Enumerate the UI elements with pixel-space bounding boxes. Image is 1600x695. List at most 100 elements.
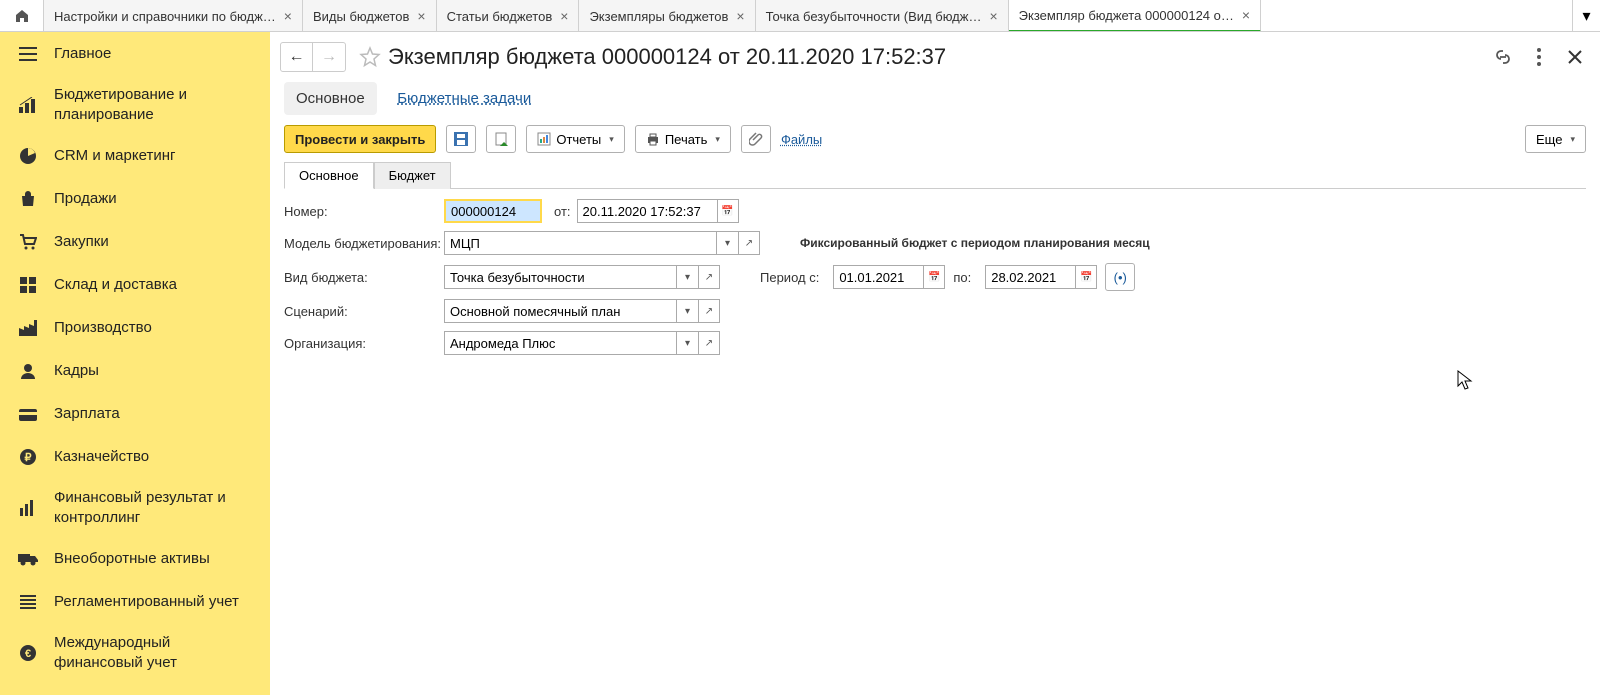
model-hint: Фиксированный бюджет с периодом планиров…	[800, 236, 1150, 250]
window-tab[interactable]: Статьи бюджетов×	[437, 0, 580, 31]
sidebar-label: Продажи	[54, 189, 254, 209]
dropdown-icon[interactable]: ▾	[676, 299, 698, 323]
sidebar-label: Внеоборотные активы	[54, 549, 254, 569]
sidebar-item-crm[interactable]: CRM и маркетинг	[0, 134, 270, 177]
kebab-icon[interactable]	[1528, 46, 1550, 68]
window-tab[interactable]: Точка безубыточности (Вид бюдж…×	[756, 0, 1009, 31]
dropdown-icon[interactable]: ▾	[676, 265, 698, 289]
subnav-tasks[interactable]: Бюджетные задачи	[385, 82, 543, 115]
nav-arrows: ← →	[280, 42, 346, 72]
sidebar-label: Главное	[54, 44, 254, 64]
tab-close-icon[interactable]: ×	[417, 8, 425, 24]
tab-overflow-button[interactable]: ▾	[1572, 0, 1600, 31]
tab-close-icon[interactable]: ×	[560, 8, 568, 24]
sidebar-item-hr[interactable]: Кадры	[0, 349, 270, 392]
person-icon	[16, 363, 40, 379]
bag-icon	[16, 191, 40, 207]
org-label: Организация:	[284, 336, 444, 351]
sidebar-label: CRM и маркетинг	[54, 146, 254, 166]
from-label: от:	[554, 204, 571, 219]
sidebar-item-finresult[interactable]: Финансовый результат и контроллинг	[0, 478, 270, 537]
open-icon[interactable]: ↗	[698, 265, 720, 289]
sidebar-item-purchases[interactable]: Закупки	[0, 220, 270, 263]
inner-tab-budget[interactable]: Бюджет	[374, 162, 451, 189]
tab-close-icon[interactable]: ×	[736, 8, 744, 24]
window-tab[interactable]: Экземпляр бюджета 000000124 о…×	[1009, 0, 1261, 31]
dropdown-icon[interactable]: ▾	[676, 331, 698, 355]
open-icon[interactable]: ↗	[698, 331, 720, 355]
model-input[interactable]	[444, 231, 716, 255]
truck-icon	[16, 552, 40, 566]
list-icon	[16, 595, 40, 609]
sidebar-item-main[interactable]: Главное	[0, 32, 270, 75]
window-tab[interactable]: Виды бюджетов×	[303, 0, 437, 31]
files-link[interactable]: Файлы	[781, 132, 822, 147]
period-picker-button[interactable]: (•)	[1105, 263, 1135, 291]
sidebar-item-salary[interactable]: Зарплата	[0, 392, 270, 435]
period-from-input[interactable]	[833, 265, 923, 289]
dropdown-icon[interactable]: ▾	[716, 231, 738, 255]
bars-icon	[16, 500, 40, 516]
svg-text:₽: ₽	[25, 452, 32, 464]
sidebar-item-sales[interactable]: Продажи	[0, 177, 270, 220]
link-icon[interactable]	[1492, 46, 1514, 68]
menu-icon	[16, 47, 40, 61]
sidebar-item-warehouse[interactable]: Склад и доставка	[0, 263, 270, 306]
period-to-input[interactable]	[985, 265, 1075, 289]
sidebar-item-regaccount[interactable]: Регламентированный учет	[0, 580, 270, 623]
sidebar-label: Регламентированный учет	[54, 592, 254, 612]
open-icon[interactable]: ↗	[698, 299, 720, 323]
post-button[interactable]	[486, 125, 516, 153]
calendar-icon[interactable]: 📅	[923, 265, 945, 289]
open-icon[interactable]: ↗	[738, 231, 760, 255]
post-and-close-button[interactable]: Провести и закрыть	[284, 125, 436, 153]
subnav-main[interactable]: Основное	[284, 82, 377, 115]
sidebar-label: Финансовый результат и контроллинг	[54, 488, 254, 527]
sidebar-label: Склад и доставка	[54, 275, 254, 295]
org-input[interactable]	[444, 331, 676, 355]
window-tab[interactable]: Экземпляры бюджетов×	[579, 0, 755, 31]
sidebar-label: Производство	[54, 318, 254, 338]
model-label: Модель бюджетирования:	[284, 236, 444, 251]
print-button[interactable]: Печать	[635, 125, 731, 153]
calendar-icon[interactable]: 📅	[1075, 265, 1097, 289]
more-button[interactable]: Еще	[1525, 125, 1586, 153]
chart-icon	[16, 97, 40, 113]
save-button[interactable]	[446, 125, 476, 153]
print-label: Печать	[665, 132, 708, 147]
number-label: Номер:	[284, 204, 444, 219]
euro-icon: €	[16, 644, 40, 662]
kind-input[interactable]	[444, 265, 676, 289]
pie-icon	[16, 147, 40, 165]
sidebar-label: Кадры	[54, 361, 254, 381]
sidebar-item-production[interactable]: Производство	[0, 306, 270, 349]
home-button[interactable]	[0, 0, 44, 31]
forward-button[interactable]: →	[313, 43, 345, 71]
page-title: Экземпляр бюджета 000000124 от 20.11.202…	[388, 44, 1492, 70]
inner-tab-main[interactable]: Основное	[284, 162, 374, 189]
date-input[interactable]	[577, 199, 717, 223]
sidebar-item-budgeting[interactable]: Бюджетирование и планирование	[0, 75, 270, 134]
favorite-button[interactable]	[356, 43, 384, 71]
reports-label: Отчеты	[556, 132, 601, 147]
tab-close-icon[interactable]: ×	[1242, 7, 1250, 23]
back-button[interactable]: ←	[281, 43, 313, 71]
sidebar-label: Бюджетирование и планирование	[54, 85, 254, 124]
tab-close-icon[interactable]: ×	[989, 8, 997, 24]
sidebar-label: Международный финансовый учет	[54, 633, 254, 672]
reports-button[interactable]: Отчеты	[526, 125, 624, 153]
close-icon[interactable]	[1564, 46, 1586, 68]
sidebar-item-intl[interactable]: € Международный финансовый учет	[0, 623, 270, 682]
period-from-label: Период с:	[760, 270, 819, 285]
factory-icon	[16, 320, 40, 336]
period-to-label: по:	[953, 270, 971, 285]
number-input[interactable]	[444, 199, 542, 223]
calendar-icon[interactable]: 📅	[717, 199, 739, 223]
tab-close-icon[interactable]: ×	[284, 8, 292, 24]
tab-label: Настройки и справочники по бюдж…	[54, 9, 276, 24]
sidebar-item-assets[interactable]: Внеоборотные активы	[0, 537, 270, 580]
window-tab[interactable]: Настройки и справочники по бюдж… ×	[44, 0, 303, 31]
attach-button[interactable]	[741, 125, 771, 153]
sidebar-item-treasury[interactable]: ₽ Казначейство	[0, 435, 270, 478]
scenario-input[interactable]	[444, 299, 676, 323]
